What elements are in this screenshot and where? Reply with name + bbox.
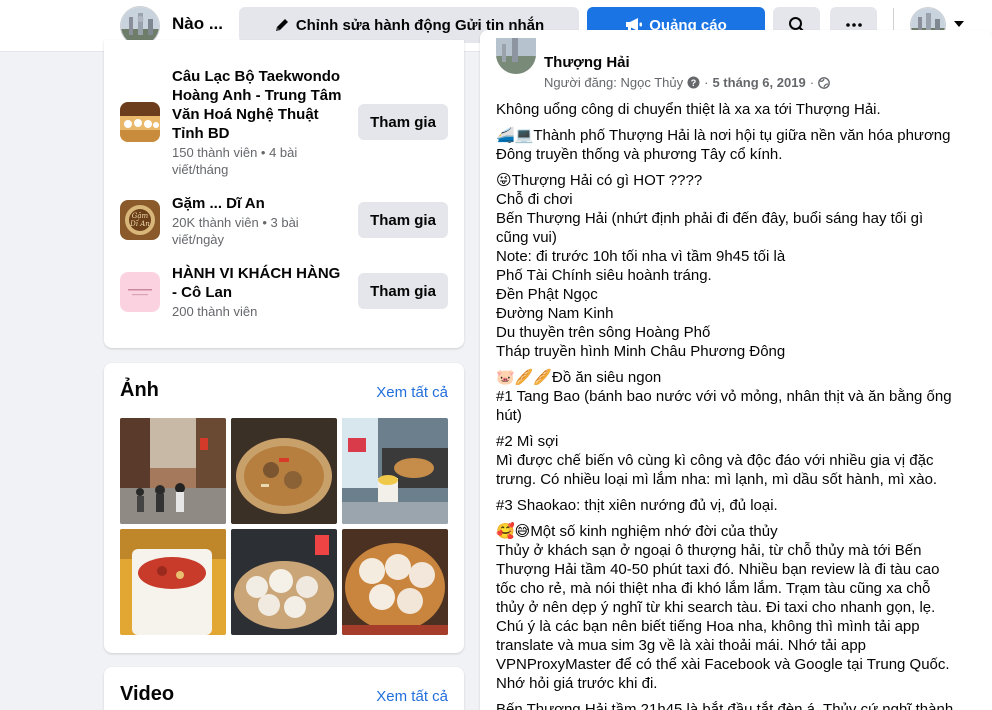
- photo-thumbnail[interactable]: [231, 529, 337, 635]
- post-line: hút): [496, 407, 522, 424]
- post-text: Không uổng công di chuyển thiệt là xa xa…: [496, 100, 966, 710]
- post-paragraph: 🥰😅Một số kinh nghiệm nhớ đời của thủy Thủ…: [496, 522, 966, 693]
- post-line: Phố Tài Chính siêu hoành tráng.: [496, 267, 712, 284]
- photos-see-all-link[interactable]: Xem tất cả: [376, 384, 448, 401]
- group-thumbnail[interactable]: [120, 102, 160, 142]
- photo-thumbnail[interactable]: [120, 529, 226, 635]
- post-paragraph: #3 Shaokao: thịt xiên nướng đủ vị, đủ lo…: [496, 496, 966, 515]
- suggested-groups-card: Câu Lạc Bộ Taekwondo Hoàng Anh - Trung T…: [104, 40, 464, 348]
- post-line: 🚄💻Thành phố Thượng Hải là nơi hội tụ giữ…: [496, 127, 951, 144]
- group-thumbnail[interactable]: Gặm Dĩ An: [120, 200, 160, 240]
- post-line: 🐷🥖🥖Đồ ăn siêu ngon: [496, 369, 662, 386]
- post-paragraph: #2 Mì sợi Mì được chế biến vô cùng kì côn…: [496, 432, 966, 489]
- post-line: Thủy ở khách sạn ở ngoại ô thượng hải, t…: [496, 542, 922, 559]
- post-line: Chú ý là các bạn nên biết tiếng Hoa nha,…: [496, 618, 920, 635]
- caret-down-icon[interactable]: [953, 20, 965, 28]
- videos-see-all-link[interactable]: Xem tất cả: [376, 688, 448, 705]
- post-line: #3 Shaokao: thịt xiên nướng đủ vị, đủ lo…: [496, 497, 778, 514]
- post-line: Không uổng công di chuyển thiệt là xa xa…: [496, 101, 881, 118]
- post-line: #2 Mì sợi: [496, 433, 559, 450]
- post-line: thủy ở nên dẹp ý nghĩ từ khi search tàu.…: [496, 599, 936, 616]
- globe-icon[interactable]: [818, 76, 830, 89]
- post-line: cũng vui): [496, 229, 557, 246]
- post-line: Đường Nam Kinh: [496, 305, 614, 322]
- post-author-name[interactable]: Thượng Hải: [544, 54, 630, 71]
- post-author-avatar[interactable]: [496, 38, 536, 74]
- join-button[interactable]: Tham gia: [358, 104, 448, 140]
- svg-text:?: ?: [691, 78, 697, 88]
- post-paragraph: Bến Thượng Hải tầm 21h45 là bắt đầu tắt …: [496, 700, 966, 710]
- meta-separator: ·: [809, 75, 815, 90]
- svg-text:Gặm: Gặm: [132, 212, 149, 220]
- post-line: Bến Thượng Hải tầm 21h45 là bắt đầu tắt …: [496, 701, 954, 710]
- post-poster[interactable]: Người đăng: Ngọc Thủy: [544, 75, 683, 90]
- join-button[interactable]: Tham gia: [358, 202, 448, 238]
- post-date[interactable]: 5 tháng 6, 2019: [712, 75, 805, 90]
- post-line: trưng. Có nhiều loại mì lắm nha: mì lạnh…: [496, 471, 938, 488]
- join-button[interactable]: Tham gia: [358, 273, 448, 309]
- svg-text:Dĩ An: Dĩ An: [129, 220, 150, 228]
- pencil-icon: [275, 19, 288, 31]
- post-card: Thượng Hải Người đăng: Ngọc Thủy ? · 5 t…: [480, 30, 992, 710]
- photos-title: Ảnh: [120, 379, 159, 401]
- photo-thumbnail[interactable]: [342, 418, 448, 524]
- post-line: Đông truyền thống và phương Tây cổ kính.: [496, 146, 783, 163]
- post-paragraph: 🚄💻Thành phố Thượng Hải là nơi hội tụ giữ…: [496, 126, 966, 164]
- photo-thumbnail[interactable]: [342, 529, 448, 635]
- post-line: Nhớ hỏi giá trước khi đi.: [496, 675, 658, 692]
- post-line: #1 Tang Bao (bánh bao nước với vỏ mỏng, …: [496, 388, 952, 405]
- more-icon: [845, 23, 862, 27]
- group-title[interactable]: Gặm ... Dĩ An: [172, 194, 348, 213]
- post-line: 😜Thượng Hải có gì HOT ????: [496, 172, 703, 189]
- photos-card: Ảnh Xem tất cả: [104, 363, 464, 653]
- group-meta: 150 thành viên • 4 bài viết/tháng: [172, 145, 298, 177]
- post-line: Tháp truyền hình Minh Châu Phương Đông: [496, 343, 786, 360]
- info-icon[interactable]: ?: [687, 76, 700, 89]
- group-title[interactable]: HÀNH VI KHÁCH HÀNG - Cô Lan: [172, 264, 348, 302]
- meta-separator: ·: [704, 75, 709, 90]
- post-line: 🥰😅Một số kinh nghiệm nhớ đời của thủy: [496, 523, 778, 540]
- group-thumbnail[interactable]: [120, 272, 160, 312]
- post-meta: Người đăng: Ngọc Thủy ? · 5 tháng 6, 201…: [544, 75, 830, 90]
- photo-thumbnail[interactable]: [231, 418, 337, 524]
- videos-title: Video: [120, 683, 175, 705]
- group-meta: 200 thành viên: [172, 304, 258, 319]
- group-name[interactable]: Nào ...: [172, 14, 223, 34]
- post-line: translate và mua sim 3g về là xài thoải …: [496, 637, 867, 654]
- post-line: Thượng Hải tầm 40-50 phút taxi đó. Nhiều…: [496, 561, 940, 578]
- post-line: Chỗ đi chơi: [496, 191, 573, 208]
- group-meta: 20K thành viên • 3 bài viết/ngày: [172, 215, 299, 247]
- post-paragraph: 😜Thượng Hải có gì HOT ???? Chỗ đi chơi Bến…: [496, 171, 966, 361]
- post-line: Bến Thượng Hải (nhứt định phải đi đến đâ…: [496, 210, 924, 227]
- post-paragraph: Không uổng công di chuyển thiệt là xa xa…: [496, 100, 966, 119]
- post-line: Du thuyền trên sông Hoàng Phố: [496, 324, 711, 341]
- post-line: Note: đi trước 10h tối nha vì tầm 9h45 t…: [496, 248, 786, 265]
- videos-card: Video Xem tất cả: [104, 667, 464, 710]
- post-line: VPNProxyMaster để có thể xài Facebook và…: [496, 656, 950, 673]
- post-line: tốc cho rẻ, mà nói thiệt nha đi khó lắm …: [496, 580, 931, 597]
- group-title[interactable]: Câu Lạc Bộ Taekwondo Hoàng Anh - Trung T…: [172, 67, 348, 143]
- post-line: Mì được chế biến vô cùng kì công và độc …: [496, 452, 934, 469]
- post-line: Đền Phật Ngọc: [496, 286, 598, 303]
- photo-thumbnail[interactable]: [120, 418, 226, 524]
- post-paragraph: 🐷🥖🥖Đồ ăn siêu ngon #1 Tang Bao (bánh bao …: [496, 368, 966, 425]
